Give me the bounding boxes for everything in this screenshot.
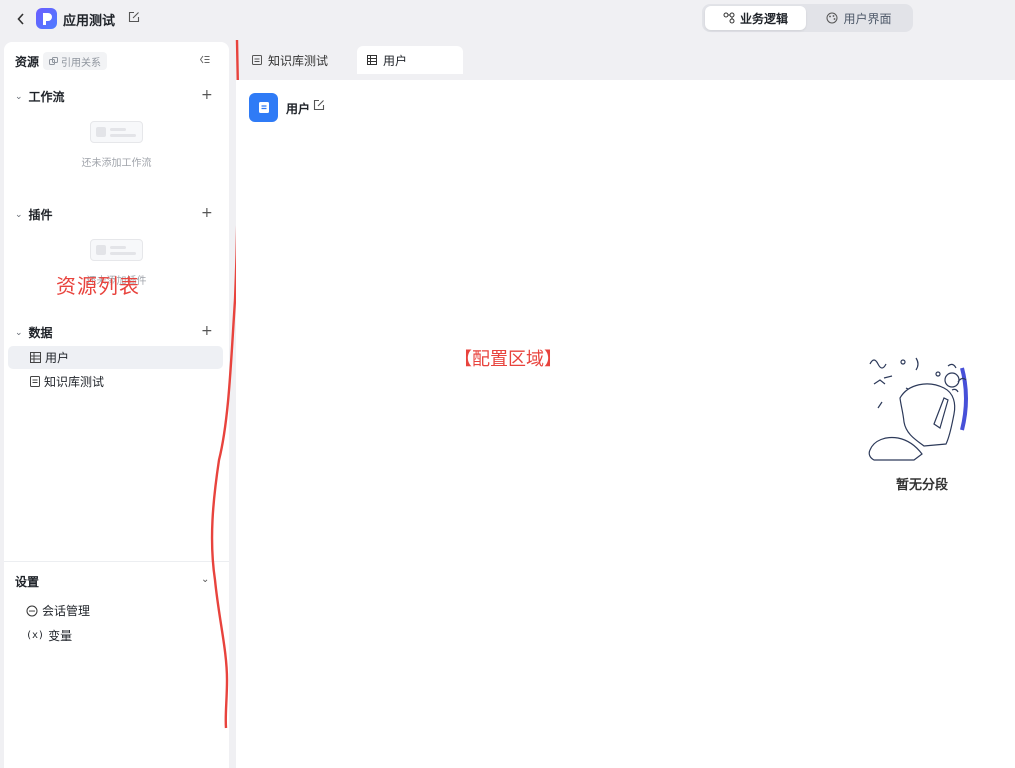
config-area: 用户 【配置区域】 暂无分段 [236,80,1015,768]
section-data[interactable]: ⌄ 数据 [15,324,53,341]
chevron-left-icon [17,13,24,25]
chevron-down-icon: ⌄ [15,209,23,220]
workflow-empty-text: 还未添加工作流 [81,158,152,169]
section-plugin-title: 插件 [28,208,53,222]
tab-bar: 知识库测试 用户 [236,42,1015,80]
flow-icon [723,12,735,24]
document-icon [30,376,40,387]
empty-illustration [868,357,968,461]
document-icon [252,55,262,65]
tab-label: 用户 [383,53,408,68]
top-bar: 应用测试 业务逻辑 用户界面 [0,0,1015,38]
tab-user[interactable]: 用户 [357,46,463,74]
view-switcher: 业务逻辑 用户界面 [702,4,913,32]
section-data-title: 数据 [28,326,53,340]
palette-icon [826,12,838,24]
document-name: 用户 [286,102,311,116]
link-icon [49,56,59,65]
edit-title-icon[interactable] [128,11,140,26]
variable-icon: (x) [26,630,45,641]
table-icon [30,352,41,363]
chevron-down-icon: ⌄ [15,327,23,338]
tab-knowledge[interactable]: 知识库测试 [242,46,338,74]
data-item-user[interactable]: 用户 [8,346,223,369]
divider [4,561,229,562]
main-area: 知识库测试 用户 用户 【配置区域】 暂无分段 [236,42,1015,768]
tab-label: 知识库测试 [268,53,329,68]
sidebar-header: 资源 引用关系 [15,52,108,70]
table-icon [367,55,377,65]
segment-user-interface[interactable]: 用户界面 [808,6,910,30]
settings-item-variable[interactable]: (x) 变量 [26,627,72,644]
reference-chip-label: 引用关系 [61,57,102,69]
reference-chip[interactable]: 引用关系 [43,52,108,70]
sidebar-title: 资源 [15,54,40,69]
settings-item-label: 会话管理 [42,604,91,618]
app-title: 应用测试 [63,14,116,29]
segment-label: 业务逻辑 [739,11,788,26]
section-workflow[interactable]: ⌄ 工作流 [15,88,65,105]
empty-placeholder-icon [90,239,143,261]
settings-item-label: 变量 [48,629,73,643]
segment-business-logic[interactable]: 业务逻辑 [705,6,806,30]
segment-label: 用户界面 [843,11,892,26]
data-item-knowledge[interactable]: 知识库测试 [8,370,223,393]
section-workflow-title: 工作流 [28,90,65,104]
chat-icon [26,605,38,616]
settings-item-conversation[interactable]: 会话管理 [26,602,90,619]
empty-segments-text: 暂无分段 [895,478,948,493]
app-icon [36,8,57,29]
section-plugin[interactable]: ⌄ 插件 [15,206,53,223]
chevron-down-icon: ⌄ [15,91,23,102]
document-badge-icon [249,93,278,122]
data-item-label: 用户 [45,351,70,365]
data-item-label: 知识库测试 [44,375,105,389]
resource-sidebar: 资源 引用关系 ⌄ 工作流 + 还未添加工作流 ⌄ 插件 + 还未添加插件 资源… [4,42,229,768]
edit-document-icon[interactable] [313,99,325,114]
annotation-config-area: 【配置区域】 [454,349,562,370]
back-button[interactable] [14,10,28,28]
empty-placeholder-icon [90,121,143,143]
settings-title: 设置 [15,575,40,589]
annotation-resource-list: 资源列表 [56,274,140,298]
